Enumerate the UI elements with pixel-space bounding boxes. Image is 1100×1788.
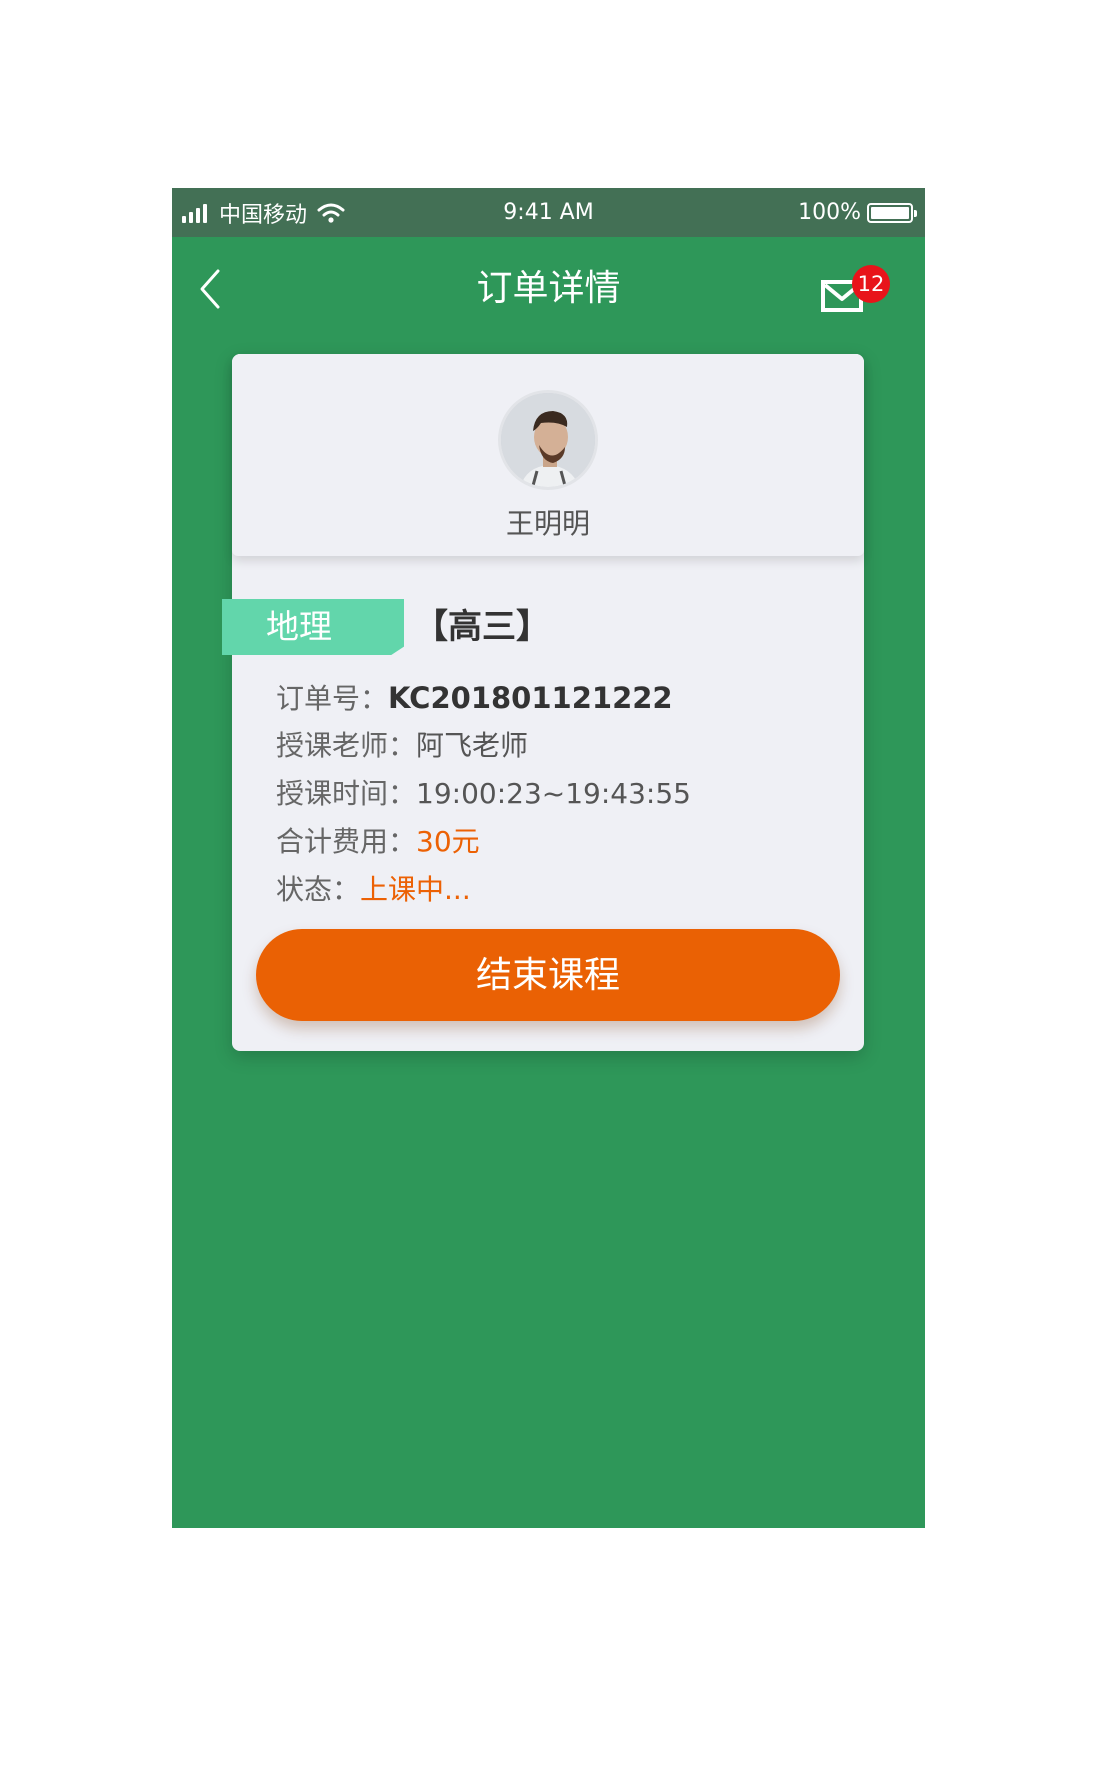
- status-bar: 中国移动 9:41 AM 100%: [172, 188, 925, 237]
- notification-badge: 12: [852, 265, 890, 303]
- order-number-value: KC201801121222: [388, 681, 673, 715]
- order-details: 订单号：KC201801121222 授课老师：阿飞老师 授课时间：19:00:…: [276, 674, 836, 914]
- status-label: 状态：: [276, 873, 361, 906]
- end-course-button[interactable]: 结束课程: [256, 929, 840, 1021]
- fee-row: 合计费用：30元: [276, 818, 836, 866]
- battery-fill: [871, 206, 909, 219]
- battery-icon: [867, 202, 917, 223]
- time-label: 授课时间：: [276, 777, 417, 810]
- phone-screen: 中国移动 9:41 AM 100% 订单详情 12 王明明 地理 【高三】 订单…: [172, 188, 925, 1528]
- profile-name: 王明明: [505, 507, 590, 540]
- battery-percent: 100%: [798, 200, 861, 225]
- teacher-value: 阿飞老师: [416, 729, 529, 762]
- user-avatar-icon: [501, 393, 595, 487]
- subject-tag: 地理: [222, 599, 404, 655]
- status-right: 100%: [798, 188, 917, 237]
- teacher-row: 授课老师：阿飞老师: [276, 722, 836, 770]
- order-card: 王明明 地理 【高三】 订单号：KC201801121222 授课老师：阿飞老师…: [222, 354, 864, 1051]
- status-value: 上课中...: [360, 873, 471, 906]
- order-number-row: 订单号：KC201801121222: [276, 674, 836, 722]
- grade-label: 【高三】: [414, 607, 550, 647]
- time-value: 19:00:23~19:43:55: [416, 777, 691, 810]
- fee-value: 30元: [416, 825, 480, 858]
- time-row: 授课时间：19:00:23~19:43:55: [276, 770, 836, 818]
- profile-section: 王明明: [232, 354, 864, 556]
- page-title: 订单详情: [476, 268, 621, 309]
- teacher-label: 授课老师：: [276, 729, 417, 762]
- fee-label: 合计费用：: [276, 825, 417, 858]
- nav-bar: 订单详情 12: [172, 237, 925, 341]
- status-row: 状态：上课中...: [276, 866, 836, 914]
- avatar: [498, 390, 598, 490]
- order-number-label: 订单号：: [276, 682, 389, 715]
